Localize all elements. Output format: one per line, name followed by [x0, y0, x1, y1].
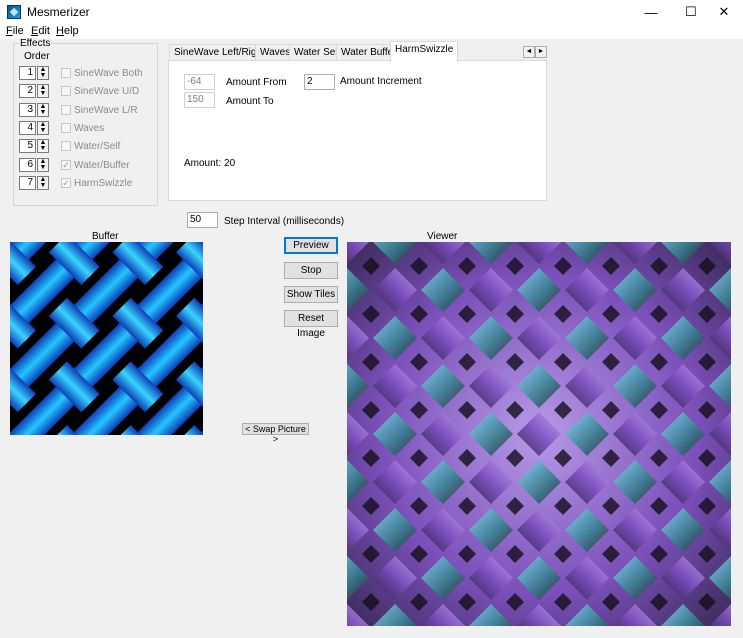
effect-checkbox-1[interactable]: [61, 68, 71, 78]
order-spinner-icon[interactable]: ▲ ▼: [37, 120, 49, 135]
tab-strip: SineWave Left/Right Waves Water Self Wat…: [163, 41, 553, 62]
order-field-5[interactable]: 5: [19, 139, 36, 154]
buffer-image: [10, 242, 203, 435]
effect-checkbox-5[interactable]: [61, 141, 71, 152]
effect-checkbox-4[interactable]: [61, 122, 71, 133]
effect-checkbox-2[interactable]: [61, 86, 71, 97]
effect-checkbox-6[interactable]: ✓: [61, 159, 71, 170]
effect-checkbox-3[interactable]: [61, 104, 71, 115]
order-spinner-icon[interactable]: ▲ ▼: [37, 139, 49, 154]
order-field-4[interactable]: 4: [19, 120, 36, 135]
menu-help[interactable]: Help: [56, 25, 79, 37]
amount-increment-label: Amount Increment: [340, 76, 422, 87]
buffer-label: Buffer: [92, 231, 119, 242]
effect-label-2: SineWave U/D: [74, 86, 140, 98]
menu-file[interactable]: File: [6, 25, 24, 37]
effect-label-6: Water/Buffer: [74, 159, 130, 171]
amount-to-label: Amount To: [226, 96, 274, 107]
tab-harmswizzle[interactable]: HarmSwizzle: [390, 41, 459, 62]
effect-label-7: HarmSwizzle: [74, 177, 133, 189]
step-interval-label: Step Interval (milliseconds): [224, 216, 345, 227]
order-spinner-icon[interactable]: ▲ ▼: [37, 157, 49, 172]
title-bar: Mesmerizer — ☐ ✕: [0, 0, 743, 24]
amount-to-field[interactable]: 150: [184, 92, 215, 108]
amount-status: Amount: 20: [184, 158, 236, 169]
preview-button[interactable]: Preview: [284, 237, 338, 254]
effect-checkbox-7[interactable]: ✓: [61, 177, 71, 188]
show-tiles-button[interactable]: Show Tiles: [284, 286, 338, 303]
order-spinner-icon[interactable]: ▲ ▼: [37, 66, 49, 80]
stop-button[interactable]: Stop: [284, 262, 338, 279]
viewer-image: [347, 242, 731, 626]
order-spinner-icon[interactable]: ▲ ▼: [37, 175, 49, 190]
close-icon[interactable]: ✕: [701, 0, 743, 24]
effect-label-1: SineWave Both: [74, 68, 143, 79]
effect-label-4: Waves: [74, 122, 105, 134]
viewer-label: Viewer: [427, 231, 458, 242]
order-field-6[interactable]: 6: [19, 157, 36, 172]
reset-image-button[interactable]: Reset Image: [284, 310, 338, 339]
window-title: Mesmerizer: [27, 5, 90, 19]
tab-scroll-left-icon[interactable]: ◄: [523, 46, 535, 58]
amount-from-label: Amount From: [226, 77, 287, 88]
step-interval-field[interactable]: 50: [187, 212, 218, 228]
amount-increment-field[interactable]: 2: [304, 74, 335, 90]
order-field-1[interactable]: 1: [19, 66, 36, 80]
order-label: Order: [24, 51, 50, 62]
swap-picture-button[interactable]: < Swap Picture >: [242, 423, 309, 444]
effect-label-3: SineWave L/R: [74, 104, 138, 116]
order-field-2[interactable]: 2: [19, 84, 36, 99]
amount-from-field[interactable]: -64: [184, 74, 215, 90]
menu-bar: File Edit Help: [0, 24, 743, 39]
order-field-3[interactable]: 3: [19, 102, 36, 117]
app-icon: [7, 5, 21, 19]
order-spinner-icon[interactable]: ▲ ▼: [37, 102, 49, 117]
order-spinner-icon[interactable]: ▲ ▼: [37, 84, 49, 99]
tab-scroll-right-icon[interactable]: ►: [535, 46, 547, 58]
effect-label-5: Water/Self: [74, 141, 121, 153]
order-field-7[interactable]: 7: [19, 175, 36, 190]
menu-edit[interactable]: Edit: [31, 25, 50, 37]
effects-group-label: Effects: [19, 38, 52, 49]
